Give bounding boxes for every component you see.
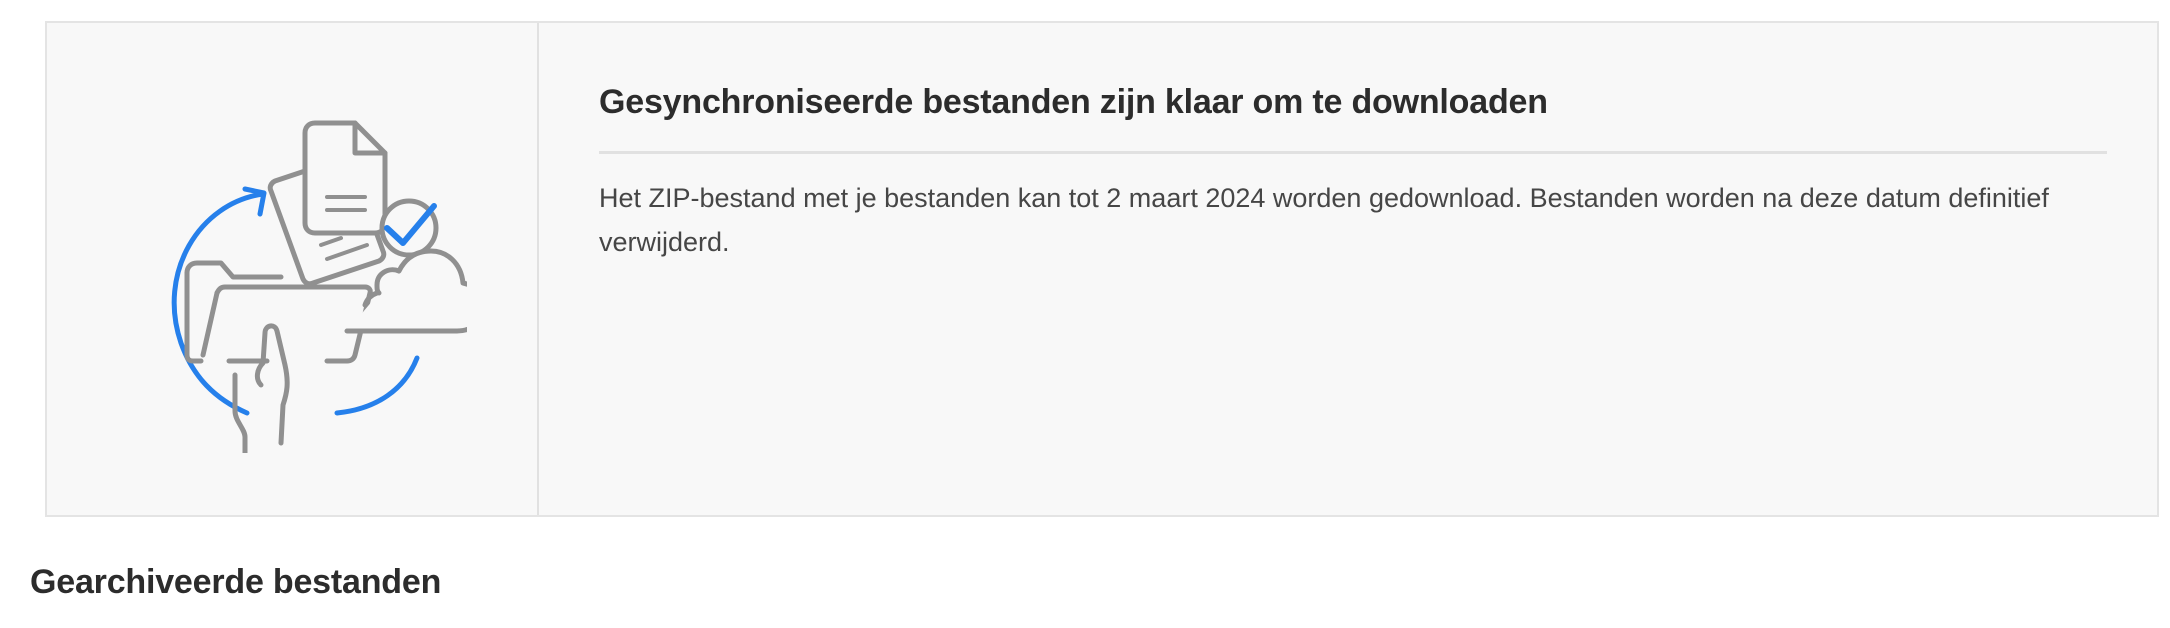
notice-content: Gesynchroniseerde bestanden zijn klaar o… [539,23,2157,515]
notice-body: Het ZIP-bestand met je bestanden kan tot… [599,183,2049,257]
page: Gesynchroniseerde bestanden zijn klaar o… [0,0,2170,628]
divider [599,151,2107,154]
sync-ready-notice: Gesynchroniseerde bestanden zijn klaar o… [45,21,2159,517]
notice-title: Gesynchroniseerde bestanden zijn klaar o… [599,83,1548,121]
illustration-pane [47,23,539,515]
file-sync-cloud-illustration [171,120,467,453]
archived-files-heading: Gearchiveerde bestanden [30,563,442,601]
